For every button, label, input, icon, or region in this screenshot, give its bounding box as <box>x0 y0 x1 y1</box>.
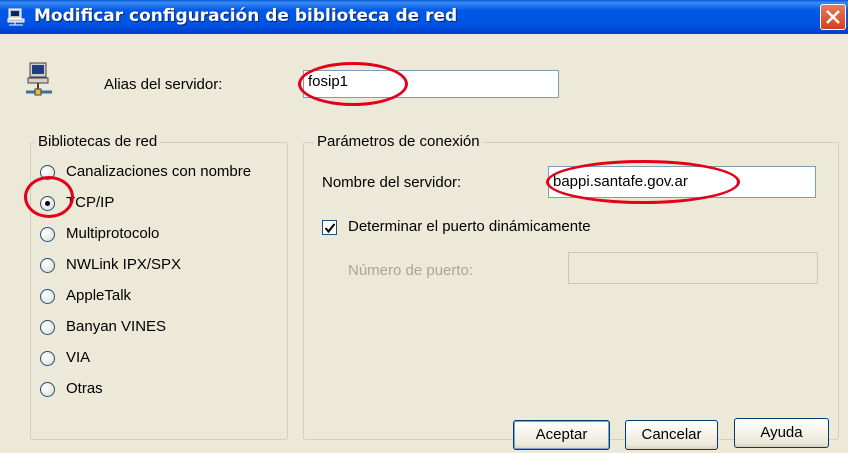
server-name-label: Nombre del servidor: <box>322 174 462 191</box>
connection-parameters-legend: Parámetros de conexión <box>314 133 483 150</box>
computer-icon <box>6 8 26 26</box>
network-libraries-legend: Bibliotecas de red <box>35 133 161 150</box>
alias-input[interactable]: fosip1 <box>303 70 559 98</box>
dynamic-port-checkbox[interactable] <box>322 220 337 235</box>
port-number-input[interactable] <box>568 252 818 284</box>
window-title: Modificar configuración de biblioteca de… <box>34 6 458 26</box>
checkmark-icon <box>324 223 336 234</box>
port-number-label: Número de puerto: <box>348 262 474 279</box>
dynamic-port-label[interactable]: Determinar el puerto dinámicamente <box>348 218 591 235</box>
close-button[interactable] <box>820 4 846 30</box>
ok-button[interactable]: Aceptar <box>513 420 610 450</box>
radio-button[interactable] <box>40 382 55 397</box>
close-icon <box>826 10 840 24</box>
library-option-label: AppleTalk <box>66 287 132 304</box>
radio-button[interactable] <box>40 196 55 211</box>
help-button[interactable]: Ayuda <box>734 418 829 448</box>
library-option-label: Multiprotocolo <box>66 225 160 242</box>
library-option-label: TCP/IP <box>66 194 115 211</box>
radio-button[interactable] <box>40 258 55 273</box>
library-option-label: Canalizaciones con nombre <box>66 163 252 180</box>
radio-button[interactable] <box>40 289 55 304</box>
dialog-body: Alias del servidor: fosip1 Bibliotecas d… <box>0 34 848 453</box>
radio-button[interactable] <box>40 165 55 180</box>
radio-button[interactable] <box>40 320 55 335</box>
library-option-label: Banyan VINES <box>66 318 167 335</box>
library-option-label: VIA <box>66 349 91 366</box>
radio-button[interactable] <box>40 227 55 242</box>
library-option-label: Otras <box>66 380 103 397</box>
cancel-button[interactable]: Cancelar <box>625 420 718 450</box>
server-network-icon <box>24 62 54 98</box>
library-option-label: NWLink IPX/SPX <box>66 256 182 273</box>
title-bar[interactable]: Modificar configuración de biblioteca de… <box>0 0 848 34</box>
radio-button[interactable] <box>40 351 55 366</box>
alias-label: Alias del servidor: <box>104 76 223 93</box>
server-name-input[interactable]: bappi.santafe.gov.ar <box>548 166 816 198</box>
